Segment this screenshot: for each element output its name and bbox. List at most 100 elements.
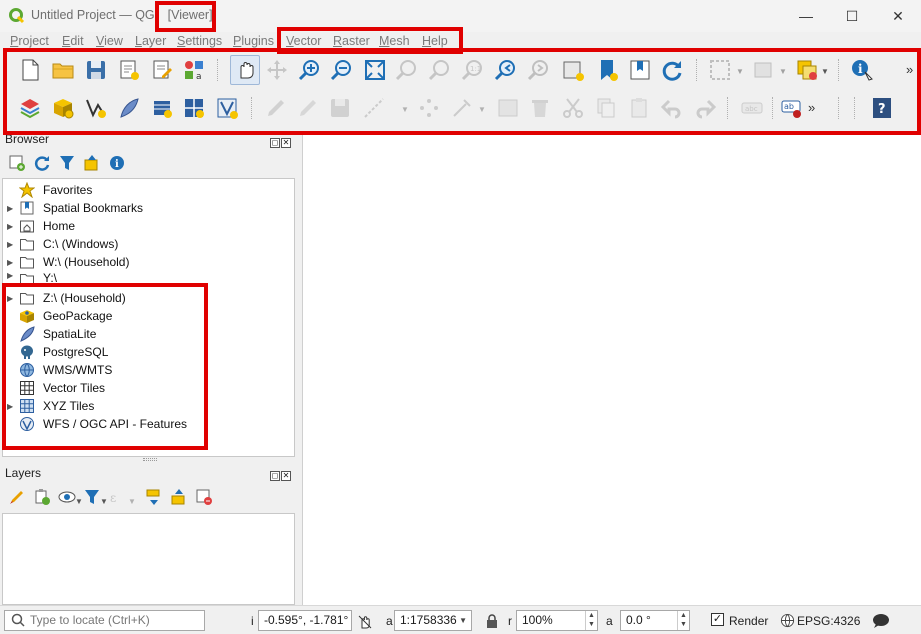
browser-item-xyz-tiles[interactable]: ▶ XYZ Tiles xyxy=(7,397,94,415)
pan-map-icon[interactable] xyxy=(230,55,260,85)
close-button[interactable]: ✕ xyxy=(875,0,921,32)
browser-item-drive-z[interactable]: ▶ Z:\ (Household) xyxy=(7,289,126,307)
label-toolbar-icon[interactable]: abc xyxy=(740,96,764,120)
browser-item-drive-c[interactable]: ▶ C:\ (Windows) xyxy=(7,235,118,253)
browser-item-favorites[interactable]: Favorites xyxy=(7,181,92,199)
magnifier-spinbox[interactable]: 100% ▲ ▼ xyxy=(516,610,598,631)
toggle-extents-mouse-icon[interactable] xyxy=(357,614,373,630)
dock-splitter-handle[interactable] xyxy=(143,458,157,461)
redo-icon[interactable] xyxy=(693,96,717,120)
new-temporary-layer-icon[interactable] xyxy=(150,96,174,120)
menu-edit[interactable]: Edit xyxy=(62,34,84,48)
crs-status-button[interactable]: EPSG:4326 xyxy=(797,614,860,628)
expression-dropdown-icon[interactable]: ▼ xyxy=(128,498,136,506)
filter-browser-icon[interactable] xyxy=(58,154,76,172)
vertex-tool-icon[interactable] xyxy=(417,96,441,120)
collapse-all-layers-icon[interactable] xyxy=(170,488,188,506)
open-layer-styling-icon[interactable] xyxy=(8,488,26,506)
add-selected-layers-icon[interactable] xyxy=(8,154,26,172)
help-contents-icon[interactable]: ? xyxy=(870,96,894,120)
open-project-icon[interactable] xyxy=(51,58,75,82)
filter-legend-dropdown-icon[interactable]: ▼ xyxy=(100,498,108,506)
attribute-table-edit-icon[interactable] xyxy=(496,96,520,120)
expand-arrow-icon[interactable]: ▶ xyxy=(7,258,19,267)
paste-features-icon[interactable] xyxy=(627,96,651,120)
menu-project[interactable]: Project xyxy=(10,34,49,48)
browser-item-spatialite[interactable]: SpatiaLite xyxy=(7,325,96,343)
deselect-features-icon[interactable] xyxy=(752,58,776,82)
messages-icon[interactable] xyxy=(872,613,890,629)
browser-item-wms-wmts[interactable]: WMS/WMTS xyxy=(7,361,112,379)
menu-view[interactable]: View xyxy=(96,34,123,48)
rotation-spin-arrows-icon[interactable]: ▲ ▼ xyxy=(677,611,689,630)
expand-all-icon[interactable] xyxy=(145,488,163,506)
toolbar-row2-overflow-button[interactable]: » xyxy=(808,100,815,115)
float-dock-icon[interactable]: ◻ xyxy=(270,471,280,481)
cut-features-icon[interactable] xyxy=(561,96,585,120)
browser-item-drive-w[interactable]: ▶ W:\ (Household) xyxy=(7,253,129,271)
manage-map-themes-icon[interactable] xyxy=(58,488,76,506)
new-geopackage-layer-icon[interactable] xyxy=(51,96,75,120)
close-dock-icon[interactable]: ✕ xyxy=(281,471,291,481)
current-edits-icon[interactable] xyxy=(264,96,288,120)
pan-to-selection-icon[interactable] xyxy=(265,58,289,82)
browser-item-wfs-ogc-api[interactable]: WFS / OGC API - Features xyxy=(7,415,187,433)
identify-features-icon[interactable]: i xyxy=(850,58,874,82)
coordinate-field[interactable]: -0.595°, -1.781° xyxy=(258,610,352,631)
close-dock-icon[interactable]: ✕ xyxy=(281,138,291,148)
layers-tree[interactable] xyxy=(2,513,295,605)
rotation-spinbox[interactable]: 0.0 ° ▲ ▼ xyxy=(620,610,690,631)
menu-settings[interactable]: Settings xyxy=(177,34,222,48)
expand-arrow-icon[interactable]: ▶ xyxy=(7,204,19,213)
add-group-icon[interactable] xyxy=(33,488,51,506)
new-print-layout-icon[interactable] xyxy=(117,58,141,82)
layout-manager-icon[interactable] xyxy=(150,58,174,82)
browser-item-home[interactable]: ▶ Home xyxy=(7,217,75,235)
zoom-out-icon[interactable] xyxy=(330,58,354,82)
delete-selected-icon[interactable] xyxy=(528,96,552,120)
new-vector-tile-layer-icon[interactable] xyxy=(215,96,239,120)
zoom-to-selection-icon[interactable] xyxy=(395,58,419,82)
collapse-all-icon[interactable] xyxy=(83,154,101,172)
browser-item-postgresql[interactable]: PostgreSQL xyxy=(7,343,108,361)
zoom-native-resolution-icon[interactable]: 1:1 xyxy=(461,58,485,82)
deselect-all-dropdown-icon[interactable]: ▼ xyxy=(821,68,829,76)
browser-item-vector-tiles[interactable]: Vector Tiles xyxy=(7,379,105,397)
modify-dropdown-icon[interactable]: ▼ xyxy=(478,106,486,114)
save-project-icon[interactable] xyxy=(84,58,108,82)
menu-layer[interactable]: Layer xyxy=(135,34,166,48)
expand-arrow-icon[interactable]: ▶ xyxy=(7,294,19,303)
map-canvas[interactable] xyxy=(302,133,921,605)
menu-help[interactable]: Help xyxy=(422,34,448,48)
select-features-dropdown-icon[interactable]: ▼ xyxy=(736,68,744,76)
data-source-manager-icon[interactable] xyxy=(18,96,42,120)
layer-labeling-options-icon[interactable]: ab xyxy=(780,96,804,120)
zoom-in-icon[interactable] xyxy=(298,58,322,82)
zoom-next-icon[interactable] xyxy=(527,58,551,82)
browser-item-drive-y[interactable]: ▶ Y:\ xyxy=(7,271,57,283)
render-checkbox[interactable]: ✓ xyxy=(711,613,724,626)
browser-item-spatial-bookmarks[interactable]: ▶ Spatial Bookmarks xyxy=(7,199,143,217)
new-bookmark-icon[interactable] xyxy=(595,58,619,82)
menu-mesh[interactable]: Mesh xyxy=(379,34,410,48)
zoom-to-layer-icon[interactable] xyxy=(428,58,452,82)
toolbar-overflow-button[interactable]: » xyxy=(906,62,913,77)
new-project-icon[interactable] xyxy=(18,58,42,82)
map-themes-dropdown-icon[interactable]: ▼ xyxy=(75,498,83,506)
deselect-dropdown-icon[interactable]: ▼ xyxy=(779,68,787,76)
zoom-full-icon[interactable] xyxy=(363,58,387,82)
expand-arrow-icon[interactable]: ▶ xyxy=(7,240,19,249)
new-shapefile-layer-icon[interactable] xyxy=(84,96,108,120)
lock-scale-icon[interactable] xyxy=(485,613,499,629)
scale-dropdown-icon[interactable]: ▼ xyxy=(459,611,467,630)
filter-legend-icon[interactable] xyxy=(83,488,101,506)
refresh-browser-icon[interactable] xyxy=(33,154,51,172)
menu-plugins[interactable]: Plugins xyxy=(233,34,274,48)
copy-features-icon[interactable] xyxy=(594,96,618,120)
refresh-icon[interactable] xyxy=(660,58,684,82)
digitize-line-icon[interactable] xyxy=(362,96,386,120)
style-manager-icon[interactable]: a xyxy=(182,58,206,82)
expand-arrow-icon[interactable]: ▶ xyxy=(7,271,19,280)
browser-scrollbar[interactable] xyxy=(296,178,301,457)
menu-vector[interactable]: Vector xyxy=(286,34,321,48)
